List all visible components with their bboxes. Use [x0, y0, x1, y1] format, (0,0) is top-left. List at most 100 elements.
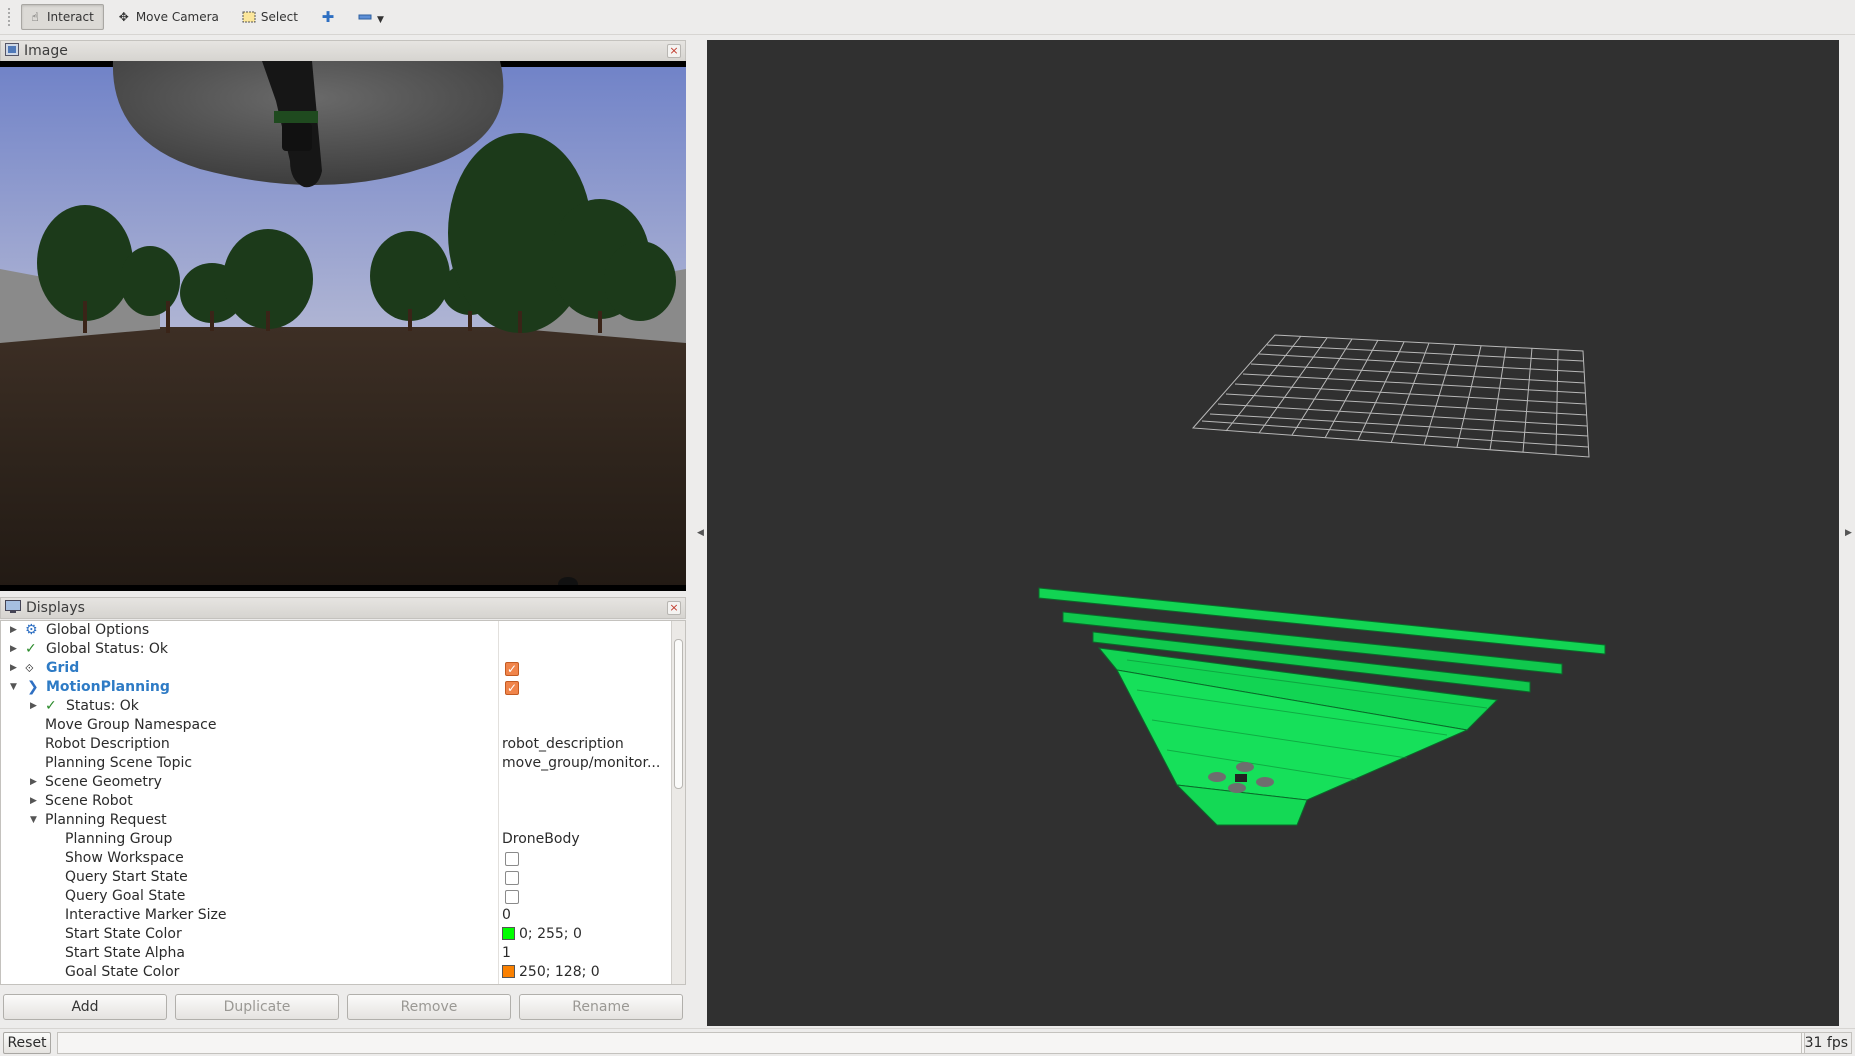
- minus-icon: [358, 10, 372, 24]
- show-workspace-checkbox[interactable]: [505, 852, 519, 866]
- check-icon: ✓: [25, 641, 37, 657]
- check-icon: ✓: [45, 698, 57, 714]
- expand-arrow-icon[interactable]: ▶: [10, 621, 20, 640]
- displays-panel-close-button[interactable]: ×: [667, 601, 681, 615]
- planning-scene-topic-value[interactable]: move_group/monitor...: [502, 754, 660, 773]
- toolbar: ☝ Interact ✥ Move Camera Select ✚ ▼: [0, 0, 1855, 35]
- image-panel-header: Image ×: [0, 40, 686, 62]
- query-start-state-label: Query Start State: [65, 869, 188, 885]
- planning-group-label: Planning Group: [65, 831, 173, 847]
- collapse-left-arrow-icon[interactable]: ◀: [697, 528, 704, 538]
- goal-state-color-field[interactable]: 250; 128; 0: [502, 963, 600, 982]
- interactive-marker-size-value[interactable]: 0: [502, 906, 511, 925]
- duplicate-display-button[interactable]: Duplicate: [175, 994, 339, 1020]
- tree-row-start-state-color[interactable]: Start State Color 0; 255; 0: [1, 925, 671, 944]
- status-bar: Reset 31 fps: [0, 1028, 1855, 1056]
- displays-button-row: Add Duplicate Remove Rename: [0, 994, 686, 1024]
- expand-arrow-icon[interactable]: ▶: [30, 697, 40, 716]
- displays-tree[interactable]: ▶ ⚙ Global Options ▶ ✓ Global Status: Ok…: [0, 620, 686, 985]
- start-state-color-field[interactable]: 0; 255; 0: [502, 925, 582, 944]
- grid-label: Grid: [46, 660, 80, 676]
- tree-row-planning-scene-topic[interactable]: Planning Scene Topic move_group/monitor.…: [1, 754, 671, 773]
- goal-state-color-label: Goal State Color: [65, 964, 180, 980]
- remove-display-button[interactable]: Remove: [347, 994, 511, 1020]
- tree-row-planning-request[interactable]: ▼ Planning Request: [1, 811, 671, 830]
- tree-row-move-group-namespace[interactable]: Move Group Namespace: [1, 716, 671, 735]
- status-message-field: [57, 1032, 1805, 1054]
- start-state-color-value: 0; 255; 0: [519, 926, 582, 942]
- show-workspace-label: Show Workspace: [65, 850, 184, 866]
- grid-enabled-checkbox[interactable]: ✓: [505, 662, 519, 676]
- robot-description-label: Robot Description: [45, 736, 170, 752]
- tree-row-global-status[interactable]: ▶ ✓ Global Status: Ok: [1, 640, 671, 659]
- tree-row-grid[interactable]: ▶ ⟐ Grid ✓: [1, 659, 671, 678]
- monitor-icon: [5, 599, 21, 617]
- toolbar-grip[interactable]: [8, 8, 11, 26]
- reset-button[interactable]: Reset: [3, 1032, 51, 1054]
- select-box-icon: [242, 10, 256, 24]
- tree-row-show-workspace[interactable]: Show Workspace: [1, 849, 671, 868]
- tree-scrollbar-thumb[interactable]: [674, 639, 683, 789]
- displays-panel-title: Displays: [26, 600, 85, 616]
- start-state-color-label: Start State Color: [65, 926, 182, 942]
- camera-image: [0, 61, 686, 591]
- robot-description-value[interactable]: robot_description: [502, 735, 624, 754]
- global-status-label: Global Status: Ok: [46, 641, 169, 657]
- add-tool-button[interactable]: ✚: [314, 4, 345, 30]
- tree-row-query-goal-state[interactable]: Query Goal State: [1, 887, 671, 906]
- collapse-arrow-icon[interactable]: ▼: [10, 678, 20, 697]
- tree-row-robot-description[interactable]: Robot Description robot_description: [1, 735, 671, 754]
- grid-icon: ⟐: [25, 662, 34, 675]
- collapse-right-arrow-icon[interactable]: ▶: [1845, 528, 1852, 538]
- expand-arrow-icon[interactable]: ▶: [30, 773, 40, 792]
- collapse-arrow-icon[interactable]: ▼: [30, 811, 40, 830]
- dropdown-arrow-icon: ▼: [376, 15, 384, 25]
- tree-row-start-state-alpha[interactable]: Start State Alpha 1: [1, 944, 671, 963]
- 3d-scene: [1038, 334, 1606, 826]
- tree-row-scene-robot[interactable]: ▶ Scene Robot: [1, 792, 671, 811]
- query-goal-state-checkbox[interactable]: [505, 890, 519, 904]
- hand-pointer-icon: ☝: [31, 10, 39, 24]
- interact-label: Interact: [47, 10, 94, 24]
- move-camera-label: Move Camera: [135, 10, 219, 24]
- select-tool-button[interactable]: Select: [235, 4, 308, 30]
- tree-row-goal-state-color[interactable]: Goal State Color 250; 128; 0: [1, 963, 671, 982]
- select-label: Select: [260, 10, 298, 24]
- rename-display-button[interactable]: Rename: [519, 994, 683, 1020]
- expand-arrow-icon[interactable]: ▶: [10, 659, 20, 678]
- camera-image-view[interactable]: [0, 61, 686, 591]
- tree-scrollbar[interactable]: [671, 621, 685, 984]
- goal-color-swatch[interactable]: [502, 965, 515, 978]
- tree-row-query-start-state[interactable]: Query Start State: [1, 868, 671, 887]
- query-start-state-checkbox[interactable]: [505, 871, 519, 885]
- 3d-render-view[interactable]: [707, 40, 1839, 1026]
- move-camera-tool-button[interactable]: ✥ Move Camera: [110, 4, 229, 30]
- tree-row-interactive-marker-size[interactable]: Interactive Marker Size 0: [1, 906, 671, 925]
- add-display-button[interactable]: Add: [3, 994, 167, 1020]
- plus-icon: ✚: [321, 8, 335, 26]
- status-label: Status: Ok: [66, 698, 139, 714]
- image-panel-title: Image: [24, 43, 68, 59]
- tree-row-status[interactable]: ▶ ✓ Status: Ok: [1, 697, 671, 716]
- start-state-alpha-label: Start State Alpha: [65, 945, 185, 961]
- interact-tool-button[interactable]: ☝ Interact: [21, 4, 104, 30]
- displays-panel-header: Displays ×: [0, 597, 686, 619]
- tree-row-global-options[interactable]: ▶ ⚙ Global Options: [1, 621, 671, 640]
- start-color-swatch[interactable]: [502, 927, 515, 940]
- scene-robot-label: Scene Robot: [45, 793, 133, 809]
- global-options-label: Global Options: [46, 622, 150, 638]
- tree-row-planning-group[interactable]: Planning Group DroneBody: [1, 830, 671, 849]
- motion-planning-enabled-checkbox[interactable]: ✓: [505, 681, 519, 695]
- start-state-alpha-value[interactable]: 1: [502, 944, 511, 963]
- tree-row-scene-geometry[interactable]: ▶ Scene Geometry: [1, 773, 671, 792]
- interactive-marker-size-label: Interactive Marker Size: [65, 907, 227, 923]
- tree-row-motion-planning[interactable]: ▼ ❯ MotionPlanning ✓: [1, 678, 671, 697]
- ground-grid: [1191, 334, 1590, 458]
- expand-arrow-icon[interactable]: ▶: [10, 640, 20, 659]
- image-panel-icon: [5, 42, 19, 60]
- remove-tool-menu-button[interactable]: ▼: [351, 4, 394, 30]
- planning-group-value[interactable]: DroneBody: [502, 830, 580, 849]
- expand-arrow-icon[interactable]: ▶: [30, 792, 40, 811]
- image-panel-close-button[interactable]: ×: [667, 44, 681, 58]
- fps-readout: 31 fps: [1800, 1032, 1852, 1054]
